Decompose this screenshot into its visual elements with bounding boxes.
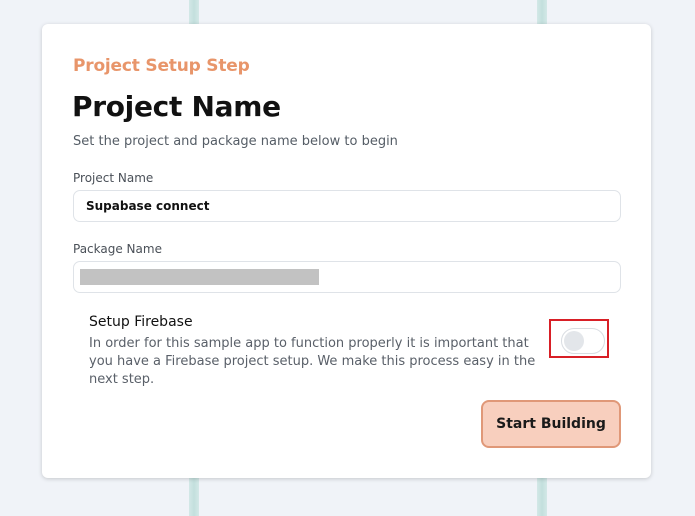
setup-firebase-description: In order for this sample app to function… xyxy=(89,336,536,387)
setup-firebase-title: Setup Firebase xyxy=(89,314,193,330)
project-name-label: Project Name xyxy=(73,171,154,185)
start-building-button[interactable]: Start Building xyxy=(481,400,621,448)
page-subtitle: Set the project and package name below t… xyxy=(73,134,398,149)
package-name-label: Package Name xyxy=(73,242,162,256)
toggle-knob xyxy=(564,331,584,351)
step-label: Project Setup Step xyxy=(73,56,250,76)
page-title: Project Name xyxy=(72,90,281,123)
redacted-block xyxy=(80,269,319,285)
setup-card: Project Setup Step Project Name Set the … xyxy=(42,24,651,478)
project-name-input[interactable] xyxy=(73,190,621,222)
setup-firebase-toggle[interactable] xyxy=(561,328,605,354)
